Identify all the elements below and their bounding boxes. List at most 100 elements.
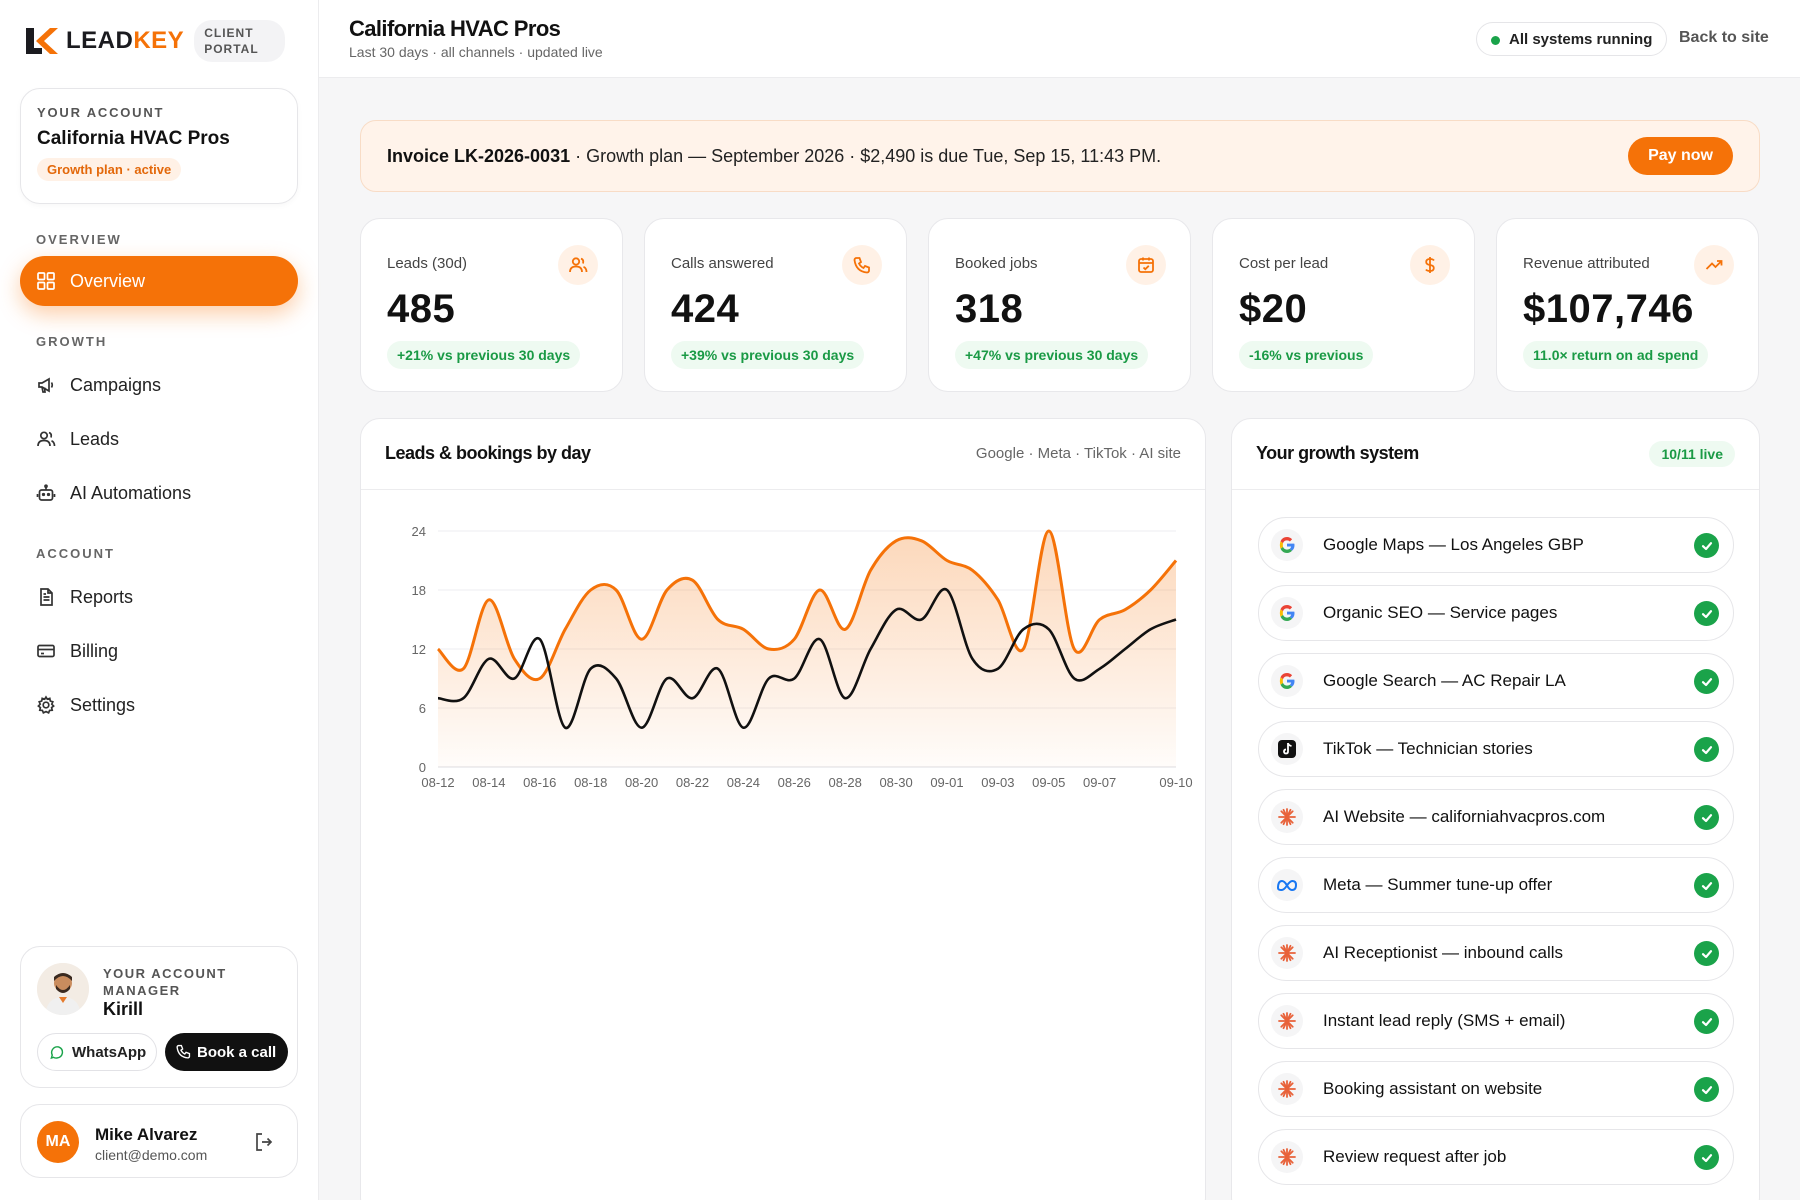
sidebar-item-leads[interactable]: Leads	[20, 414, 298, 464]
growth-system-item[interactable]: Booking assistant on website	[1258, 1061, 1734, 1117]
check-circle-icon	[1694, 1077, 1719, 1102]
y-tick-label: 6	[419, 701, 426, 716]
dollar-icon	[1410, 245, 1450, 285]
leadkey-logo-icon	[26, 28, 58, 54]
check-circle-icon	[1694, 669, 1719, 694]
brand-logo[interactable]: LEADKEY CLIENT PORTAL	[24, 20, 285, 62]
document-icon	[40, 588, 53, 606]
check-circle-icon	[1694, 601, 1719, 626]
whatsapp-icon	[50, 1046, 64, 1060]
sidebar-item-billing[interactable]: Billing	[20, 626, 298, 676]
sidebar-item-label: Leads	[70, 428, 120, 449]
ai-spark-icon	[1271, 801, 1303, 833]
x-tick-label: 08-16	[523, 775, 556, 790]
invoice-banner: Invoice LK-2026-0031 · Growth plan — Sep…	[360, 120, 1760, 192]
kpi-label: Booked jobs	[955, 255, 1038, 272]
whatsapp-button[interactable]: WhatsApp	[37, 1033, 158, 1071]
google-icon	[1271, 665, 1303, 697]
invoice-id: Invoice LK-2026-0031	[387, 146, 571, 166]
kpi-card-revenue[interactable]: Revenue attributed $107,746 11.0× return…	[1496, 218, 1759, 392]
google-icon	[1271, 529, 1303, 561]
x-tick-label: 08-14	[472, 775, 505, 790]
growth-system-item-label: Organic SEO — Service pages	[1323, 603, 1558, 622]
invoice-text: Invoice LK-2026-0031 · Growth plan — Sep…	[387, 146, 1162, 166]
growth-system-item[interactable]: Meta — Summer tune-up offer	[1258, 857, 1734, 913]
ai-spark-icon	[1271, 1073, 1303, 1105]
sidebar-item-reports[interactable]: Reports	[20, 572, 298, 622]
check-circle-icon	[1694, 805, 1719, 830]
sidebar-item-label: Settings	[70, 694, 136, 715]
y-tick-label: 24	[412, 524, 426, 539]
kpi-label: Cost per lead	[1239, 255, 1329, 272]
user-name: Mike Alvarez	[95, 1125, 198, 1144]
kpi-delta: 11.0× return on ad spend	[1523, 341, 1709, 369]
growth-system-item[interactable]: Google Maps — Los Angeles GBP	[1258, 517, 1734, 573]
manager-name: Kirill	[103, 999, 144, 1019]
x-tick-label: 08-18	[574, 775, 607, 790]
sidebar-item-settings[interactable]: Settings	[20, 680, 298, 730]
sidebar-item-campaigns[interactable]: Campaigns	[20, 360, 298, 410]
growth-system-item[interactable]: Review request after job	[1258, 1129, 1734, 1185]
growth-system-item[interactable]: AI Website — californiahvacpros.com	[1258, 789, 1734, 845]
kpi-value: $107,746	[1523, 287, 1694, 331]
kpi-value: $20	[1239, 287, 1308, 331]
check-circle-icon	[1694, 941, 1719, 966]
chart-title: Leads & bookings by day	[385, 443, 591, 463]
grid-icon	[37, 272, 55, 290]
users-icon	[37, 431, 56, 447]
x-tick-label: 08-24	[727, 775, 760, 790]
book-call-button[interactable]: Book a call	[165, 1033, 289, 1071]
growth-system-item[interactable]: Google Search — AC Repair LA	[1258, 653, 1734, 709]
kpi-delta: -16% vs previous	[1239, 341, 1374, 369]
user-avatar: MA	[37, 1121, 79, 1163]
sidebar: LEADKEY CLIENT PORTAL YOUR ACCOUNT Califo…	[0, 0, 319, 1200]
sidebar-item-overview[interactable]: Overview	[20, 256, 298, 306]
x-tick-label: 09-07	[1083, 775, 1116, 790]
y-tick-label: 0	[419, 760, 426, 775]
growth-system-item-label: AI Receptionist — inbound calls	[1323, 943, 1564, 962]
sidebar-item-label: Overview	[70, 270, 146, 291]
sidebar-item-label: Reports	[70, 586, 134, 607]
client-portal-badge: CLIENT PORTAL	[194, 20, 285, 62]
gear-icon	[37, 695, 55, 714]
user-card[interactable]: MA Mike Alvarez client@demo.com	[20, 1104, 298, 1178]
ai-spark-icon	[1271, 1141, 1303, 1173]
back-to-site-link[interactable]: Back to site	[1679, 29, 1769, 47]
growth-system-item[interactable]: AI Receptionist — inbound calls	[1258, 925, 1734, 981]
kpi-label: Calls answered	[671, 255, 774, 272]
x-tick-label: 09-05	[1032, 775, 1065, 790]
growth-system-item[interactable]: Organic SEO — Service pages	[1258, 585, 1734, 641]
check-circle-icon	[1694, 1145, 1719, 1170]
kpi-card-leads[interactable]: Leads (30d) 485 +21% vs previous 30 days	[360, 218, 623, 392]
kpi-card-calls[interactable]: Calls answered 424 +39% vs previous 30 d…	[644, 218, 907, 392]
logout-icon[interactable]	[253, 1131, 275, 1153]
growth-panel-title: Your growth system	[1256, 443, 1419, 463]
sidebar-item-label: Billing	[70, 640, 119, 661]
kpi-value: 485	[387, 287, 456, 331]
megaphone-icon	[38, 377, 54, 393]
account-card: YOUR ACCOUNT California HVAC Pros Growth…	[20, 88, 298, 204]
x-tick-label: 08-30	[879, 775, 912, 790]
sidebar-item-label: Campaigns	[70, 374, 162, 395]
growth-system-item-label: Google Search — AC Repair LA	[1323, 671, 1566, 690]
kpi-delta: +47% vs previous 30 days	[955, 341, 1149, 369]
nav-section-overview: OVERVIEW	[36, 232, 122, 247]
pay-now-button[interactable]: Pay now	[1628, 137, 1733, 175]
check-circle-icon	[1694, 533, 1719, 558]
kpi-delta: +39% vs previous 30 days	[671, 341, 865, 369]
system-status-badge[interactable]: All systems running	[1476, 22, 1668, 56]
kpi-card-booked-jobs[interactable]: Booked jobs 318 +47% vs previous 30 days	[928, 218, 1191, 392]
sidebar-item-ai-automations[interactable]: AI Automations	[20, 468, 298, 518]
trending-up-icon	[1694, 245, 1734, 285]
kpi-card-cost-per-lead[interactable]: Cost per lead $20 -16% vs previous	[1212, 218, 1475, 392]
calendar-check-icon	[1126, 245, 1166, 285]
x-tick-label: 08-22	[676, 775, 709, 790]
growth-system-item-label: TikTok — Technician stories	[1323, 739, 1533, 758]
growth-system-item[interactable]: TikTok — Technician stories	[1258, 721, 1734, 777]
nav-section-growth: GROWTH	[36, 334, 108, 349]
growth-system-item[interactable]: Instant lead reply (SMS + email)	[1258, 993, 1734, 1049]
phone-icon	[842, 245, 882, 285]
google-icon	[1271, 597, 1303, 629]
ai-spark-icon	[1271, 937, 1303, 969]
account-manager-card: YOUR ACCOUNT MANAGER Kirill WhatsApp Boo…	[20, 946, 298, 1088]
